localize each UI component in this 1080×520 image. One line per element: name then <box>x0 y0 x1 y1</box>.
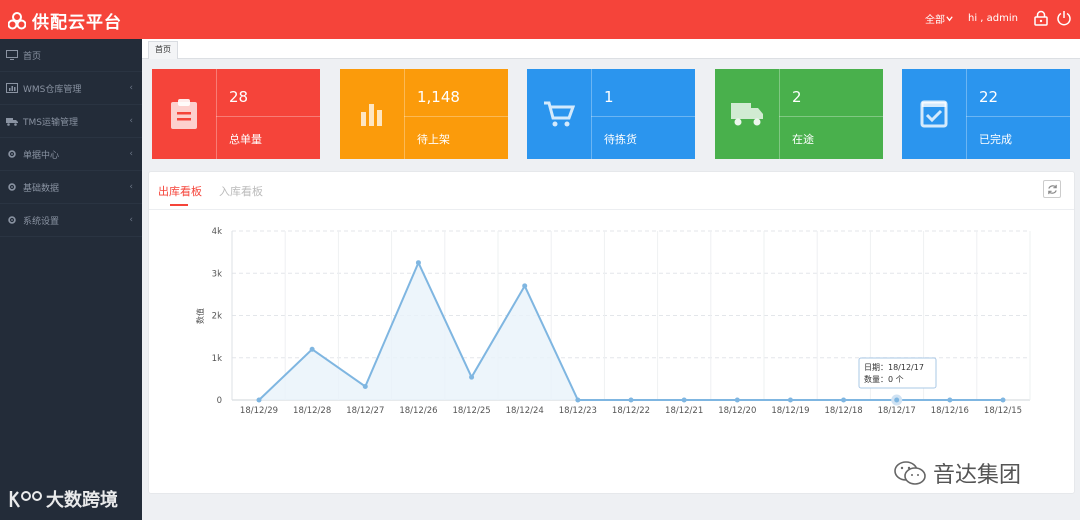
y-tick-label: 0 <box>217 396 222 406</box>
x-tick-label: 18/12/29 <box>240 406 278 416</box>
x-tick-label: 18/12/16 <box>931 406 969 416</box>
data-point[interactable] <box>309 346 315 352</box>
x-tick-label: 18/12/23 <box>559 406 597 416</box>
data-point[interactable] <box>1000 397 1006 403</box>
data-point[interactable] <box>947 397 953 403</box>
chart-tooltip: 日期：18/12/17 数量：0 个 <box>858 357 937 389</box>
data-point[interactable] <box>891 394 903 406</box>
tooltip-quantity: 数量：0 个 <box>864 374 904 384</box>
data-point[interactable] <box>522 283 528 289</box>
y-tick-label: 2k <box>212 312 222 322</box>
x-tick-label: 18/12/20 <box>718 406 756 416</box>
data-point[interactable] <box>256 397 262 403</box>
x-tick-label: 18/12/25 <box>452 406 490 416</box>
x-tick-label: 18/12/24 <box>506 406 544 416</box>
outbound-chart: 18/12/29 18/12/28 18/12/27 18/12/26 18/12/25… <box>195 227 1031 416</box>
data-point[interactable] <box>575 397 581 403</box>
y-tick-label: 1k <box>212 354 222 364</box>
data-point[interactable] <box>362 383 368 389</box>
y-tick-label: 4k <box>212 227 222 237</box>
x-tick-label: 18/12/28 <box>293 406 331 416</box>
data-point[interactable] <box>628 397 634 403</box>
x-tick-label: 18/12/18 <box>824 406 862 416</box>
wechat-icon <box>894 461 926 485</box>
data-point[interactable] <box>415 260 421 266</box>
data-point[interactable] <box>734 397 740 403</box>
y-axis-label: 数值 <box>195 308 205 324</box>
x-tick-label: 18/12/22 <box>612 406 650 416</box>
data-point[interactable] <box>681 397 687 403</box>
data-point[interactable] <box>787 397 793 403</box>
watermark-right: 音达集团 <box>893 457 1021 489</box>
x-tick-label: 18/12/27 <box>346 406 384 416</box>
data-point[interactable] <box>841 397 847 403</box>
watermark-right-text: 音达集团 <box>933 463 1022 488</box>
x-tick-label: 18/12/17 <box>878 406 916 416</box>
x-tick-label: 18/12/19 <box>771 406 809 416</box>
tooltip-date: 日期：18/12/17 <box>864 363 924 372</box>
x-tick-label: 18/12/21 <box>665 406 703 416</box>
data-point[interactable] <box>469 374 475 380</box>
y-tick-label: 3k <box>212 269 222 279</box>
x-tick-label: 18/12/15 <box>984 406 1022 416</box>
x-tick-label: 18/12/26 <box>399 406 437 416</box>
